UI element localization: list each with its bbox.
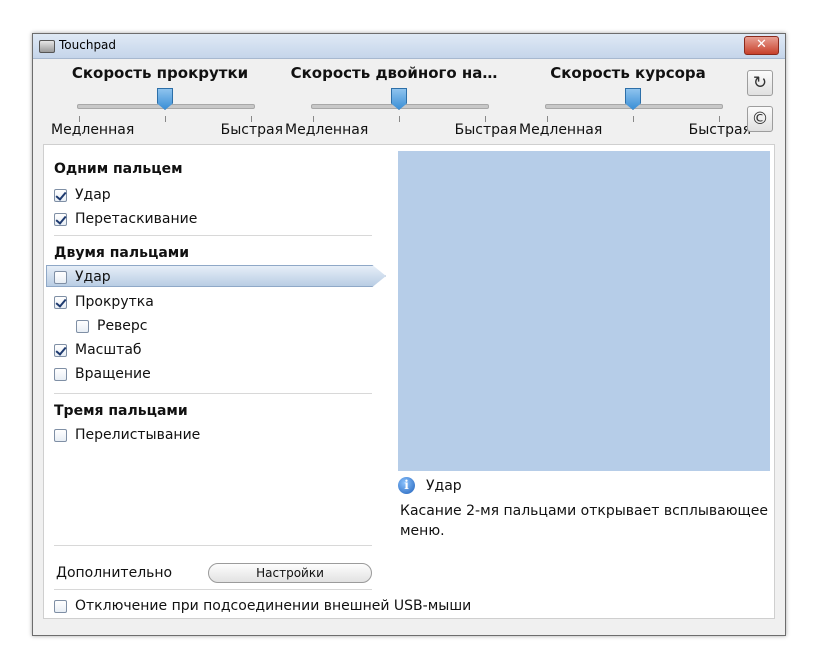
two-finger-rotate-label: Вращение [75,366,151,382]
two-finger-zoom-checkbox[interactable] [54,343,67,357]
disable-usb-label: Отключение при подсоединении внешней USB… [75,598,472,614]
three-finger-swipe-option[interactable]: Перелистывание [54,427,200,443]
cursor-speed-slow-label: Медленная [519,122,603,138]
slider-tick [633,116,634,122]
two-finger-rotate-option[interactable]: Вращение [54,366,151,382]
reset-icon: ↻ [752,73,768,93]
cursor-speed-fast-label: Быстрая [688,122,751,138]
one-finger-tap-option[interactable]: Удар [54,187,111,203]
two-finger-tap-label: Удар [75,269,111,285]
info-icon: i [398,477,415,494]
scroll-reverse-option[interactable]: Реверс [76,318,148,334]
gesture-info-title: Удар [426,478,462,494]
double-tap-speed-title: Скорость двойного на… [290,64,498,82]
section-divider [54,589,372,590]
disable-usb-option[interactable]: Отключение при подсоединении внешней USB… [54,598,471,614]
double-tap-speed-slow-label: Медленная [285,122,369,138]
disable-usb-checkbox[interactable] [54,599,67,613]
two-finger-rotate-checkbox[interactable] [54,367,67,381]
one-finger-drag-label: Перетаскивание [75,211,198,227]
touchpad-window: Touchpad ✕ Скорость прокрутки Медленная … [32,33,786,636]
scroll-reverse-label: Реверс [97,318,148,334]
touchpad-app-icon [39,40,55,53]
window-title: Touchpad [59,38,117,52]
three-finger-swipe-checkbox[interactable] [54,428,67,442]
one-finger-tap-checkbox[interactable] [54,188,67,202]
scroll-speed-slider-group: Скорость прокрутки Медленная Быстрая [45,64,283,144]
two-finger-tap-checkbox[interactable] [54,270,67,284]
slider-tick [399,116,400,122]
two-finger-scroll-checkbox[interactable] [54,295,67,309]
gesture-settings-panel: Одним пальцем Удар Перетаскивание Двумя … [43,144,775,619]
cursor-speed-slider-group: Скорость курсора Медленная Быстрая [513,64,751,144]
two-fingers-section-title: Двумя пальцами [54,245,190,261]
two-finger-scroll-option[interactable]: Прокрутка [54,294,154,310]
cursor-speed-title: Скорость курсора [550,64,706,82]
section-divider [54,545,372,546]
double-tap-speed-slider-group: Скорость двойного на… Медленная Быстрая [279,64,517,144]
scroll-speed-slow-label: Медленная [51,122,135,138]
double-tap-speed-fast-label: Быстрая [454,122,517,138]
one-finger-section-title: Одним пальцем [54,161,183,177]
scroll-speed-fast-label: Быстрая [220,122,283,138]
one-finger-tap-label: Удар [75,187,111,203]
scroll-speed-title: Скорость прокрутки [71,64,249,82]
reset-button[interactable]: ↻ [747,70,773,96]
two-finger-tap-option[interactable]: Удар [54,269,111,285]
three-fingers-section-title: Тремя пальцами [54,403,188,419]
two-finger-scroll-label: Прокрутка [75,294,154,310]
section-divider [54,235,372,236]
settings-button[interactable]: Настройки [208,563,372,583]
gesture-info-description: Касание 2-мя пальцами открывает всплываю… [400,503,768,539]
title-bar: Touchpad ✕ [33,34,785,59]
slider-tick [165,116,166,122]
three-finger-swipe-label: Перелистывание [75,427,201,443]
scroll-reverse-checkbox[interactable] [76,319,89,333]
one-finger-drag-checkbox[interactable] [54,212,67,226]
advanced-label: Дополнительно [56,565,173,581]
gesture-preview-area [398,151,770,471]
about-button[interactable]: © [747,106,773,132]
section-divider [54,393,372,394]
close-button[interactable]: ✕ [744,36,779,55]
two-finger-zoom-option[interactable]: Масштаб [54,342,142,358]
two-finger-zoom-label: Масштаб [75,342,142,358]
one-finger-drag-option[interactable]: Перетаскивание [54,211,197,227]
copyright-icon: © [751,109,769,129]
